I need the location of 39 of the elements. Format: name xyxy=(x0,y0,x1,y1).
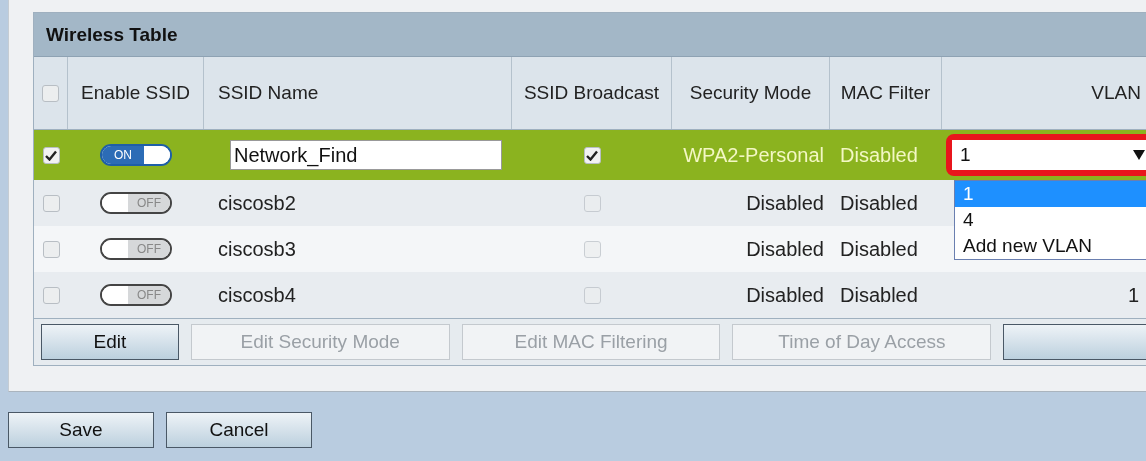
broadcast-checkbox[interactable] xyxy=(583,286,601,304)
select-value: 1 xyxy=(960,144,971,166)
column-header: MAC Filter xyxy=(840,82,931,104)
column-header: VLAN xyxy=(1091,82,1141,104)
table-cell: Disabled xyxy=(840,191,918,215)
checkmark-icon xyxy=(45,149,57,161)
table-title: Wireless Table xyxy=(34,13,1146,57)
column-header: SSID Name xyxy=(218,82,319,104)
table-cell: 1 xyxy=(1128,283,1140,307)
table-cell: Disabled xyxy=(840,143,918,167)
table-cell: Disabled xyxy=(746,283,824,307)
table-cell: Disabled xyxy=(746,191,824,215)
enable-toggle[interactable]: ON xyxy=(100,144,172,166)
ssid-name-field[interactable]: Network_Find xyxy=(230,140,502,170)
column-header: Security Mode xyxy=(689,82,812,104)
table-cell: WPA2-Personal xyxy=(683,143,824,167)
row-checkbox[interactable] xyxy=(42,194,60,212)
table-cell: ciscosb2 xyxy=(218,191,296,215)
table-cell: ciscosb3 xyxy=(218,237,296,261)
cancel-button[interactable]: Cancel xyxy=(166,412,312,448)
vlan-select[interactable]: 1 xyxy=(946,134,1146,176)
table-action-button[interactable]: Edit xyxy=(41,324,179,360)
table-cell: ciscosb4 xyxy=(218,283,296,307)
row-checkbox[interactable] xyxy=(42,240,60,258)
row-checkbox[interactable] xyxy=(42,146,60,164)
broadcast-checkbox[interactable] xyxy=(583,146,601,164)
column-header: SSID Broadcast xyxy=(523,82,660,104)
table-cell: Disabled xyxy=(746,237,824,261)
select-all-checkbox[interactable] xyxy=(42,84,59,102)
checkmark-icon xyxy=(586,149,598,161)
broadcast-checkbox[interactable] xyxy=(583,240,601,258)
action-button[interactable] xyxy=(1003,324,1146,360)
save-button[interactable]: Save xyxy=(8,412,154,448)
table-cell: Disabled xyxy=(840,237,918,261)
table-cell: Disabled xyxy=(840,283,918,307)
dropdown-caret-icon xyxy=(1133,150,1145,160)
row-checkbox[interactable] xyxy=(42,286,60,304)
column-header: Enable SSID xyxy=(81,82,190,104)
broadcast-checkbox[interactable] xyxy=(583,194,601,212)
